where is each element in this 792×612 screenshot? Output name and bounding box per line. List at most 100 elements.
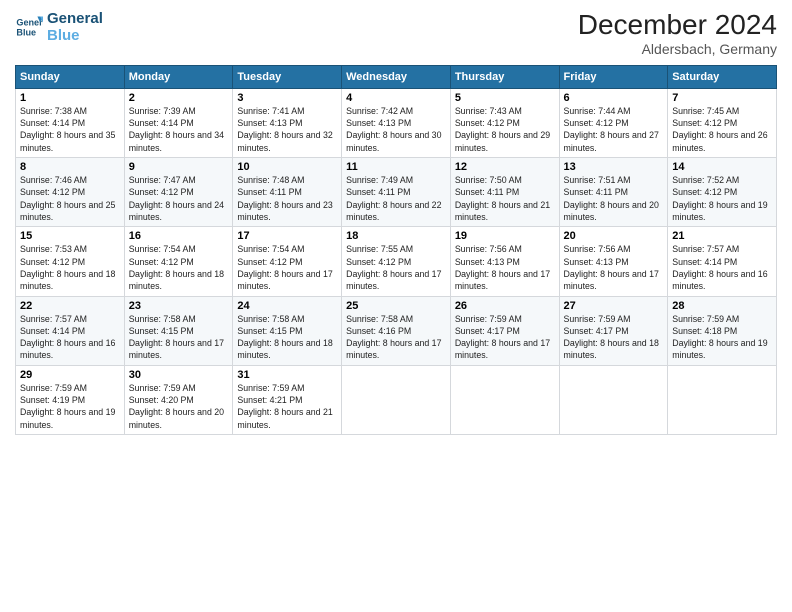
- header-friday: Friday: [559, 65, 668, 88]
- day-number: 26: [455, 300, 555, 312]
- day-info: Sunrise: 7:54 AMSunset: 4:12 PMDaylight:…: [237, 244, 332, 291]
- day-number: 24: [237, 300, 337, 312]
- day-cell: 13 Sunrise: 7:51 AMSunset: 4:11 PMDayligh…: [559, 158, 668, 227]
- svg-text:Blue: Blue: [16, 28, 36, 38]
- day-cell: 12 Sunrise: 7:50 AMSunset: 4:11 PMDayligh…: [450, 158, 559, 227]
- header-wednesday: Wednesday: [342, 65, 451, 88]
- header-row: SundayMondayTuesdayWednesdayThursdayFrid…: [16, 65, 777, 88]
- day-info: Sunrise: 7:52 AMSunset: 4:12 PMDaylight:…: [672, 175, 767, 222]
- logo-line2: Blue: [47, 27, 103, 44]
- day-cell: 7Sunrise: 7:45 AMSunset: 4:12 PMDaylight…: [668, 88, 777, 157]
- day-number: 3: [237, 92, 337, 104]
- day-number: 2: [129, 92, 229, 104]
- day-info: Sunrise: 7:45 AMSunset: 4:12 PMDaylight:…: [672, 106, 767, 153]
- header: General Blue General Blue December 2024 …: [15, 10, 777, 57]
- day-number: 15: [20, 230, 120, 242]
- day-info: Sunrise: 7:50 AMSunset: 4:11 PMDaylight:…: [455, 175, 550, 222]
- day-cell: 8 Sunrise: 7:46 AMSunset: 4:12 PMDaylight…: [16, 158, 125, 227]
- day-cell: 10Sunrise: 7:48 AMSunset: 4:11 PMDayligh…: [233, 158, 342, 227]
- day-info: Sunrise: 7:59 AMSunset: 4:17 PMDaylight:…: [455, 314, 550, 361]
- day-cell: 11 Sunrise: 7:49 AMSunset: 4:11 PMDayligh…: [342, 158, 451, 227]
- day-info: Sunrise: 7:56 AMSunset: 4:13 PMDaylight:…: [455, 244, 550, 291]
- day-cell: 18 Sunrise: 7:55 AMSunset: 4:12 PMDayligh…: [342, 227, 451, 296]
- day-number: 16: [129, 230, 229, 242]
- day-info: Sunrise: 7:58 AMSunset: 4:15 PMDaylight:…: [129, 314, 224, 361]
- day-cell: 19 Sunrise: 7:56 AMSunset: 4:13 PMDayligh…: [450, 227, 559, 296]
- day-info: Sunrise: 7:38 AMSunset: 4:14 PMDaylight:…: [20, 106, 115, 153]
- day-cell: 4Sunrise: 7:42 AMSunset: 4:13 PMDaylight…: [342, 88, 451, 157]
- day-number: 21: [672, 230, 772, 242]
- day-number: 10: [237, 161, 337, 173]
- header-thursday: Thursday: [450, 65, 559, 88]
- day-cell: 20Sunrise: 7:56 AMSunset: 4:13 PMDayligh…: [559, 227, 668, 296]
- day-info: Sunrise: 7:59 AMSunset: 4:17 PMDaylight:…: [564, 314, 659, 361]
- day-info: Sunrise: 7:53 AMSunset: 4:12 PMDaylight:…: [20, 244, 115, 291]
- title-block: December 2024 Aldersbach, Germany: [578, 10, 777, 57]
- day-number: 11: [346, 161, 446, 173]
- day-info: Sunrise: 7:41 AMSunset: 4:13 PMDaylight:…: [237, 106, 332, 153]
- day-number: 29: [20, 369, 120, 381]
- day-number: 30: [129, 369, 229, 381]
- day-cell: 3 Sunrise: 7:41 AMSunset: 4:13 PMDaylight…: [233, 88, 342, 157]
- day-number: 14: [672, 161, 772, 173]
- day-number: 19: [455, 230, 555, 242]
- day-cell: 27 Sunrise: 7:59 AMSunset: 4:17 PMDayligh…: [559, 296, 668, 365]
- day-info: Sunrise: 7:57 AMSunset: 4:14 PMDaylight:…: [672, 244, 767, 291]
- header-sunday: Sunday: [16, 65, 125, 88]
- day-number: 31: [237, 369, 337, 381]
- day-cell: 23 Sunrise: 7:58 AMSunset: 4:15 PMDayligh…: [124, 296, 233, 365]
- calendar-table: SundayMondayTuesdayWednesdayThursdayFrid…: [15, 65, 777, 435]
- day-info: Sunrise: 7:54 AMSunset: 4:12 PMDaylight:…: [129, 244, 224, 291]
- day-number: 27: [564, 300, 664, 312]
- day-cell: [668, 365, 777, 434]
- logo-icon: General Blue: [15, 13, 43, 41]
- day-cell: [559, 365, 668, 434]
- week-row-1: 1 Sunrise: 7:38 AMSunset: 4:14 PMDaylight…: [16, 88, 777, 157]
- day-cell: [342, 365, 451, 434]
- logo: General Blue General Blue: [15, 10, 103, 45]
- day-info: Sunrise: 7:44 AMSunset: 4:12 PMDaylight:…: [564, 106, 659, 153]
- day-cell: 24 Sunrise: 7:58 AMSunset: 4:15 PMDayligh…: [233, 296, 342, 365]
- calendar-page: General Blue General Blue December 2024 …: [0, 0, 792, 612]
- day-info: Sunrise: 7:49 AMSunset: 4:11 PMDaylight:…: [346, 175, 441, 222]
- day-info: Sunrise: 7:59 AMSunset: 4:19 PMDaylight:…: [20, 383, 115, 430]
- week-row-5: 29 Sunrise: 7:59 AMSunset: 4:19 PMDayligh…: [16, 365, 777, 434]
- day-cell: 16 Sunrise: 7:54 AMSunset: 4:12 PMDayligh…: [124, 227, 233, 296]
- day-number: 22: [20, 300, 120, 312]
- day-info: Sunrise: 7:59 AMSunset: 4:21 PMDaylight:…: [237, 383, 332, 430]
- day-cell: 15 Sunrise: 7:53 AMSunset: 4:12 PMDayligh…: [16, 227, 125, 296]
- day-cell: 5Sunrise: 7:43 AMSunset: 4:12 PMDaylight…: [450, 88, 559, 157]
- day-number: 13: [564, 161, 664, 173]
- week-row-2: 8 Sunrise: 7:46 AMSunset: 4:12 PMDaylight…: [16, 158, 777, 227]
- day-number: 17: [237, 230, 337, 242]
- day-info: Sunrise: 7:43 AMSunset: 4:12 PMDaylight:…: [455, 106, 550, 153]
- day-cell: 31 Sunrise: 7:59 AMSunset: 4:21 PMDayligh…: [233, 365, 342, 434]
- day-number: 23: [129, 300, 229, 312]
- day-number: 8: [20, 161, 120, 173]
- day-cell: 14 Sunrise: 7:52 AMSunset: 4:12 PMDayligh…: [668, 158, 777, 227]
- day-info: Sunrise: 7:47 AMSunset: 4:12 PMDaylight:…: [129, 175, 224, 222]
- day-info: Sunrise: 7:59 AMSunset: 4:18 PMDaylight:…: [672, 314, 767, 361]
- day-number: 1: [20, 92, 120, 104]
- day-number: 4: [346, 92, 446, 104]
- day-info: Sunrise: 7:57 AMSunset: 4:14 PMDaylight:…: [20, 314, 115, 361]
- day-cell: 6 Sunrise: 7:44 AMSunset: 4:12 PMDaylight…: [559, 88, 668, 157]
- day-cell: 28Sunrise: 7:59 AMSunset: 4:18 PMDayligh…: [668, 296, 777, 365]
- day-cell: 2 Sunrise: 7:39 AMSunset: 4:14 PMDaylight…: [124, 88, 233, 157]
- day-number: 12: [455, 161, 555, 173]
- day-info: Sunrise: 7:39 AMSunset: 4:14 PMDaylight:…: [129, 106, 224, 153]
- day-info: Sunrise: 7:55 AMSunset: 4:12 PMDaylight:…: [346, 244, 441, 291]
- day-number: 6: [564, 92, 664, 104]
- day-cell: [450, 365, 559, 434]
- day-cell: 29 Sunrise: 7:59 AMSunset: 4:19 PMDayligh…: [16, 365, 125, 434]
- day-cell: 22 Sunrise: 7:57 AMSunset: 4:14 PMDayligh…: [16, 296, 125, 365]
- subtitle: Aldersbach, Germany: [578, 41, 777, 57]
- day-info: Sunrise: 7:51 AMSunset: 4:11 PMDaylight:…: [564, 175, 659, 222]
- day-info: Sunrise: 7:58 AMSunset: 4:16 PMDaylight:…: [346, 314, 441, 361]
- day-info: Sunrise: 7:58 AMSunset: 4:15 PMDaylight:…: [237, 314, 332, 361]
- week-row-3: 15 Sunrise: 7:53 AMSunset: 4:12 PMDayligh…: [16, 227, 777, 296]
- header-tuesday: Tuesday: [233, 65, 342, 88]
- day-number: 18: [346, 230, 446, 242]
- day-cell: 25Sunrise: 7:58 AMSunset: 4:16 PMDayligh…: [342, 296, 451, 365]
- day-info: Sunrise: 7:46 AMSunset: 4:12 PMDaylight:…: [20, 175, 115, 222]
